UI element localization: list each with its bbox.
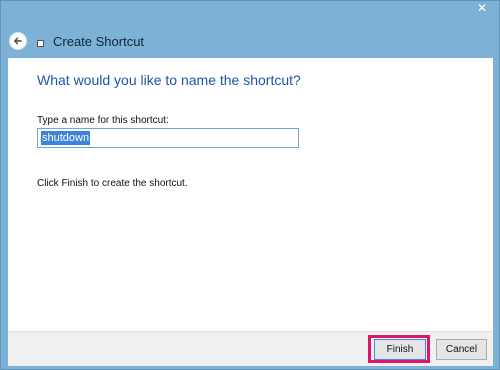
wizard-content: What would you like to name the shortcut… xyxy=(8,58,493,331)
finish-button[interactable]: Finish xyxy=(374,339,426,360)
window-title: Create Shortcut xyxy=(53,33,145,49)
page-heading: What would you like to name the shortcut… xyxy=(37,72,301,88)
title-bar: Create Shortcut xyxy=(9,30,144,52)
back-arrow-icon xyxy=(14,37,22,45)
close-button[interactable]: ✕ xyxy=(471,1,493,17)
shortcut-name-input[interactable]: shutdown xyxy=(37,128,299,148)
shortcut-icon xyxy=(37,39,44,47)
close-icon: ✕ xyxy=(476,1,488,15)
finish-hint: Click Finish to create the shortcut. xyxy=(37,178,188,189)
create-shortcut-window: ✕ Create Shortcut What would you like to… xyxy=(0,0,500,370)
back-button[interactable] xyxy=(9,32,27,50)
cancel-button[interactable]: Cancel xyxy=(436,339,487,360)
shortcut-name-label: Type a name for this shortcut: xyxy=(37,115,169,126)
wizard-footer: Finish Cancel xyxy=(8,331,493,366)
shortcut-name-value: shutdown xyxy=(41,131,91,145)
